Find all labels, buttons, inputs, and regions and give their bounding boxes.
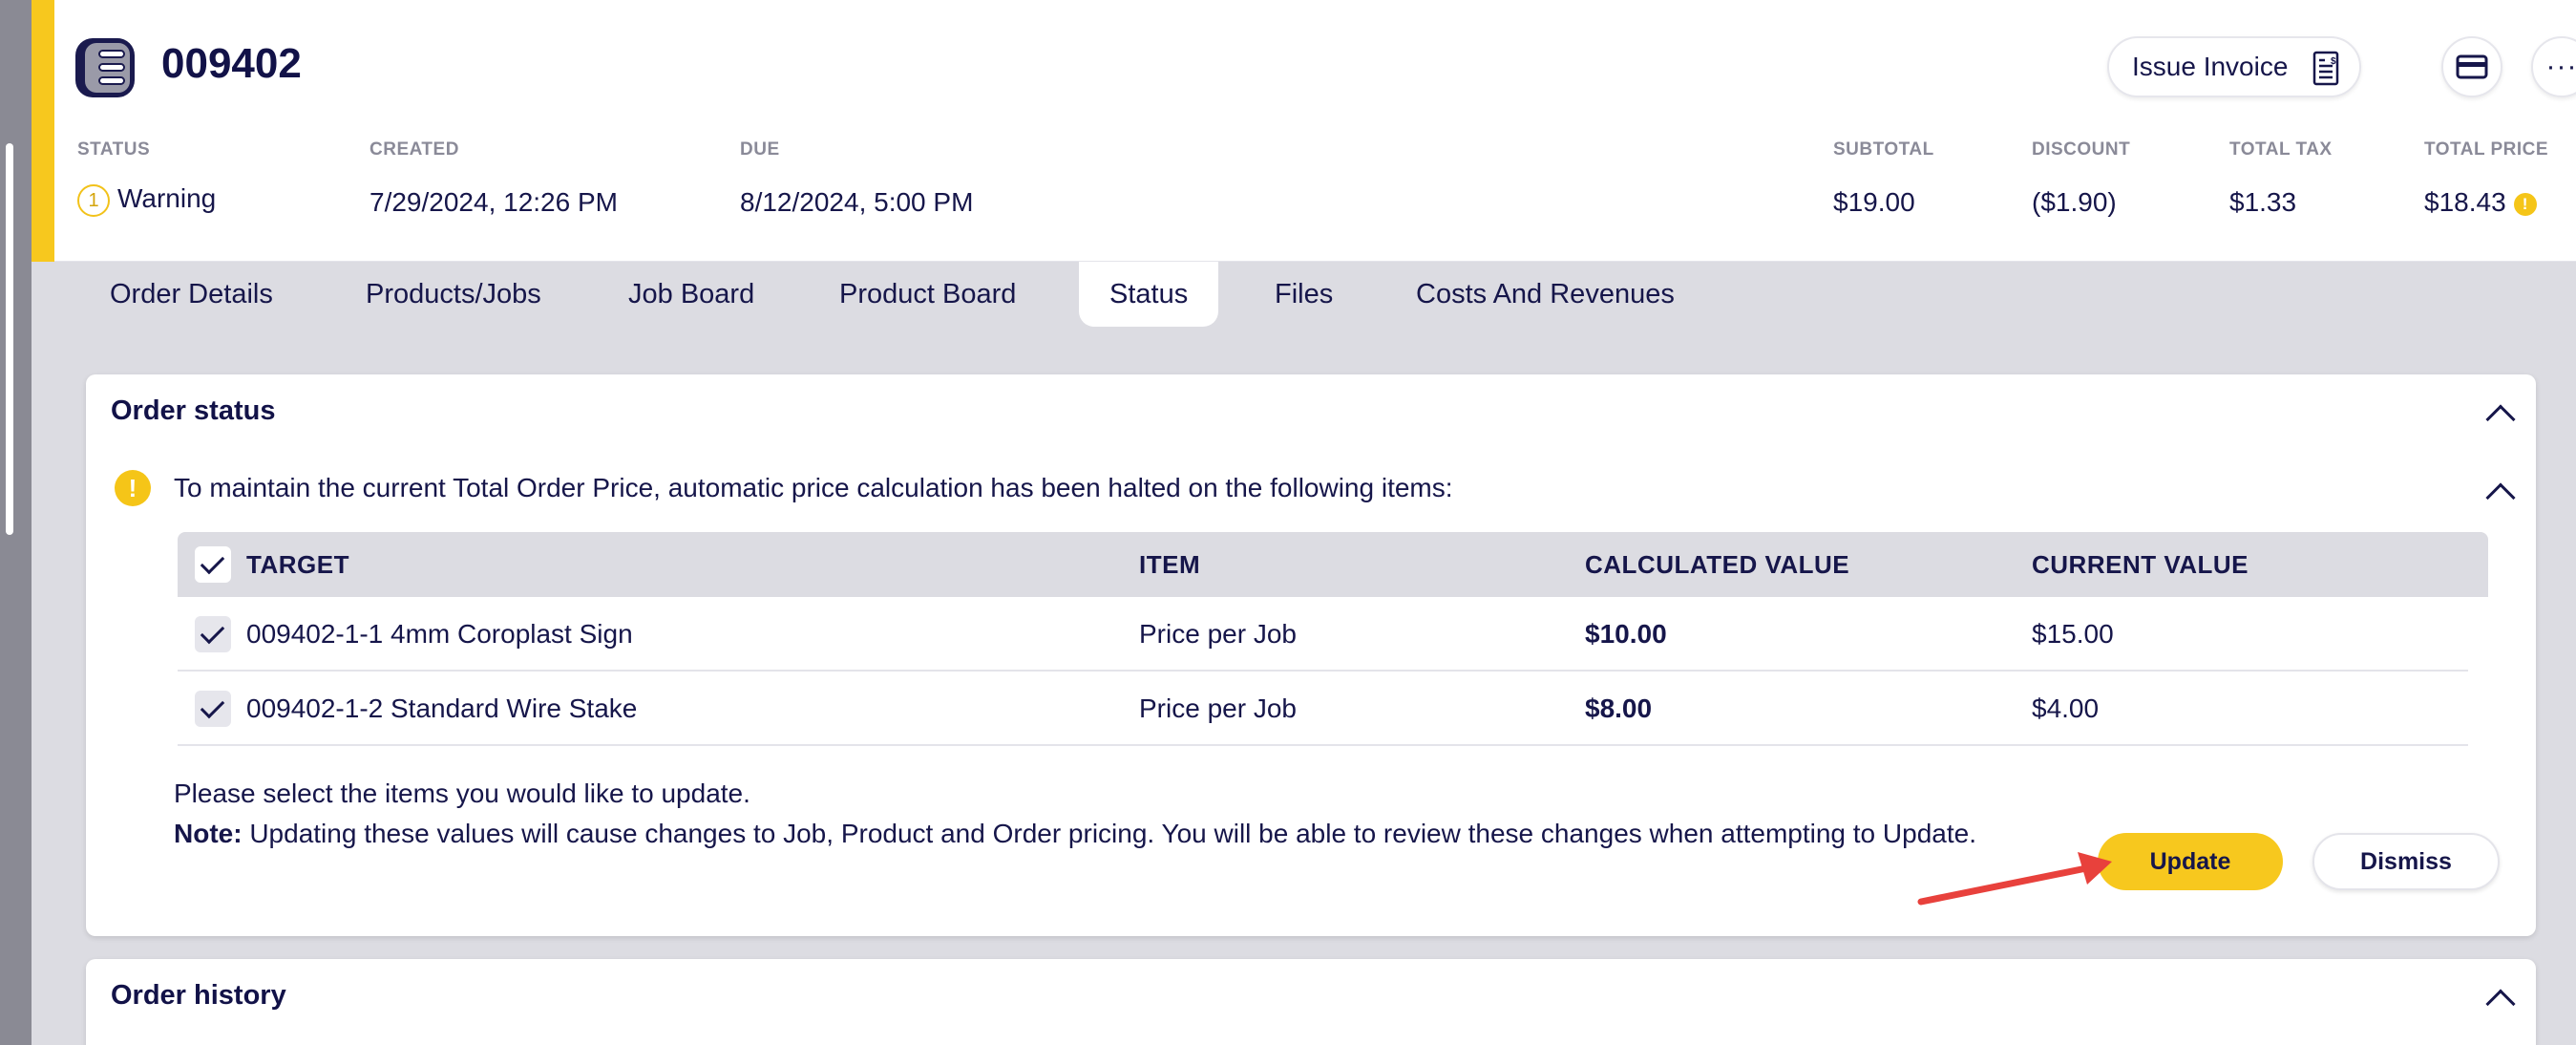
dismiss-button[interactable]: Dismiss xyxy=(2312,833,2500,890)
select-instruction: Please select the items you would like t… xyxy=(174,778,750,808)
order-header: 009402 Issue Invoice $ ··· STATUS 1 Warni… xyxy=(54,0,2576,262)
collapse-history-chevron-icon[interactable] xyxy=(2485,989,2516,1019)
col-current-value: CURRENT VALUE xyxy=(2032,550,2249,579)
order-status-card: Order status ! To maintain the current T… xyxy=(86,374,2536,936)
halted-items-table: TARGET ITEM CALCULATED VALUE CURRENT VAL… xyxy=(178,532,2488,746)
order-icon xyxy=(75,38,135,97)
cell-current: $15.00 xyxy=(2032,619,2114,649)
tab-costs-and-revenues[interactable]: Costs And Revenues xyxy=(1416,262,1675,327)
cell-current: $4.00 xyxy=(2032,693,2100,723)
cell-calculated: $10.00 xyxy=(1585,619,1667,649)
tab-files[interactable]: Files xyxy=(1275,262,1333,327)
update-instructions: Please select the items you would like t… xyxy=(174,774,2036,854)
discount-value: ($1.90) xyxy=(2032,187,2117,217)
note-label: Note: xyxy=(174,819,243,848)
more-options-button[interactable]: ··· xyxy=(2531,36,2576,97)
due-value: 8/12/2024, 5:00 PM xyxy=(740,187,974,217)
col-calculated-value: CALCULATED VALUE xyxy=(1585,550,1850,579)
order-history-title: Order history xyxy=(111,980,286,1011)
tab-status[interactable]: Status xyxy=(1079,262,1219,327)
discount-label: DISCOUNT xyxy=(2032,139,2131,160)
collapse-status-chevron-icon[interactable] xyxy=(2485,404,2516,435)
subtotal-value: $19.00 xyxy=(1833,187,1915,217)
tab-product-board[interactable]: Product Board xyxy=(839,262,1016,327)
cell-item: Price per Job xyxy=(1139,693,1297,723)
tab-job-board[interactable]: Job Board xyxy=(628,262,754,327)
warning-accent-bar xyxy=(32,0,54,262)
payment-card-button[interactable] xyxy=(2441,36,2502,97)
created-label: CREATED xyxy=(370,139,459,160)
col-target: TARGET xyxy=(246,550,349,579)
order-status-title: Order status xyxy=(111,395,276,426)
cell-item: Price per Job xyxy=(1139,619,1297,649)
status-value: 1 Warning xyxy=(77,183,216,217)
subtotal-label: SUBTOTAL xyxy=(1833,139,1934,160)
row-checkbox[interactable] xyxy=(195,616,231,652)
created-value: 7/29/2024, 12:26 PM xyxy=(370,187,618,217)
cell-calculated: $8.00 xyxy=(1585,693,1653,723)
svg-text:$: $ xyxy=(2331,56,2336,67)
annotation-arrow xyxy=(1917,852,2112,906)
warning-icon: ! xyxy=(115,470,151,506)
table-header: TARGET ITEM CALCULATED VALUE CURRENT VAL… xyxy=(178,532,2488,597)
cell-target: 009402-1-2 Standard Wire Stake xyxy=(246,693,638,723)
total-tax-label: TOTAL TAX xyxy=(2229,139,2333,160)
cell-target: 009402-1-1 4mm Coroplast Sign xyxy=(246,619,633,649)
status-label: STATUS xyxy=(77,139,151,160)
status-text: Warning xyxy=(117,183,217,213)
total-price-value: $18.43! xyxy=(2424,187,2537,218)
ellipsis-icon: ··· xyxy=(2545,51,2576,82)
select-all-checkbox[interactable] xyxy=(195,546,231,583)
table-row: 009402-1-1 4mm Coroplast Sign Price per … xyxy=(178,597,2468,672)
issue-invoice-label: Issue Invoice xyxy=(2132,52,2289,81)
warning-count-icon: 1 xyxy=(77,183,110,217)
total-tax-value: $1.33 xyxy=(2229,187,2297,217)
invoice-icon: $ xyxy=(2312,51,2339,86)
due-label: DUE xyxy=(740,139,780,160)
tab-products-jobs[interactable]: Products/Jobs xyxy=(366,262,541,327)
row-checkbox[interactable] xyxy=(195,691,231,727)
rail-scrollbar[interactable] xyxy=(6,143,13,535)
credit-card-icon xyxy=(2456,54,2488,79)
halted-notice: To maintain the current Total Order Pric… xyxy=(174,473,1453,502)
note-text: Updating these values will cause changes… xyxy=(242,819,1976,848)
order-history-card: Order history xyxy=(86,959,2536,1045)
total-price-text: $18.43 xyxy=(2424,187,2506,217)
app-rail xyxy=(0,0,32,1045)
price-info-icon[interactable]: ! xyxy=(2513,192,2537,216)
tab-order-details[interactable]: Order Details xyxy=(110,262,273,327)
table-row: 009402-1-2 Standard Wire Stake Price per… xyxy=(178,672,2468,746)
update-note: Note: Updating these values will cause c… xyxy=(174,814,2036,854)
collapse-notice-chevron-icon[interactable] xyxy=(2485,482,2516,513)
order-number: 009402 xyxy=(161,40,302,87)
total-price-label: TOTAL PRICE xyxy=(2424,139,2549,160)
col-item: ITEM xyxy=(1139,550,1201,579)
issue-invoice-button[interactable]: Issue Invoice $ xyxy=(2107,36,2361,97)
